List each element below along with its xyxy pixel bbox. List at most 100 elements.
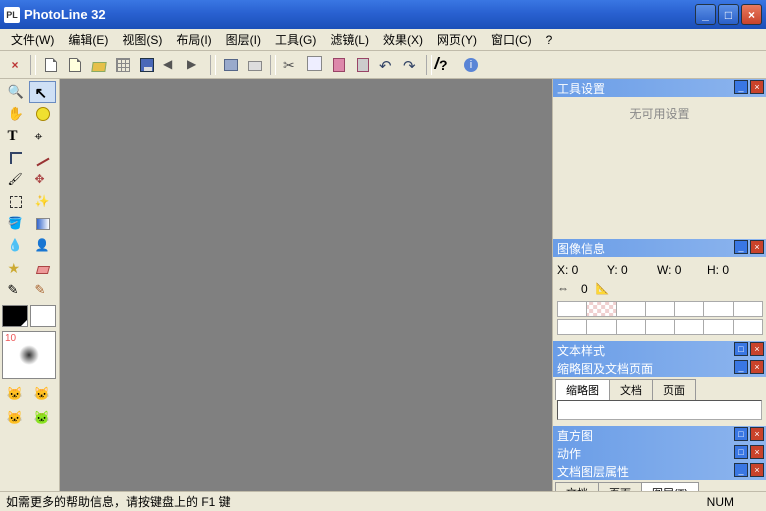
tab-thumbnail[interactable]: 缩略图 <box>555 379 610 400</box>
panel-minimize-button[interactable]: _ <box>734 240 748 254</box>
histogram-titlebar[interactable]: 直方图 □× <box>553 426 766 444</box>
cut-button[interactable]: ✂ <box>280 54 302 76</box>
paste-button[interactable] <box>328 54 350 76</box>
background-swatch[interactable] <box>30 305 56 327</box>
info-button[interactable]: i <box>460 54 482 76</box>
panel-close-button[interactable]: × <box>750 463 764 477</box>
person-tool[interactable] <box>29 235 56 257</box>
brush-preview[interactable]: 10 <box>2 331 56 379</box>
canvas-area[interactable] <box>60 79 552 491</box>
ellipse-tool[interactable] <box>29 103 56 125</box>
text-style-body: 缩略图 文档 页面 <box>553 377 766 420</box>
menu-layer[interactable]: 图层(I) <box>219 29 268 50</box>
clone-tool[interactable] <box>29 169 56 191</box>
panel-restore-button[interactable]: □ <box>734 342 748 356</box>
open-button[interactable] <box>88 54 110 76</box>
wizard-button[interactable] <box>64 54 86 76</box>
undo-button[interactable] <box>376 54 398 76</box>
close-doc-button[interactable]: × <box>4 54 26 76</box>
panel-minimize-button[interactable]: _ <box>734 463 748 477</box>
thumb-titlebar[interactable]: 缩略图及文档页面 _× <box>553 359 766 377</box>
image-info-titlebar[interactable]: 图像信息 _ × <box>553 239 766 257</box>
mask-tool-1[interactable] <box>2 383 27 405</box>
copy-icon <box>309 58 322 71</box>
menu-edit[interactable]: 编辑(E) <box>61 29 115 50</box>
color-swatches[interactable] <box>2 305 57 327</box>
panel-restore-button[interactable]: □ <box>734 445 748 459</box>
close-button[interactable]: × <box>741 4 762 25</box>
star-tool[interactable] <box>2 257 29 279</box>
panel-close-button[interactable]: × <box>750 240 764 254</box>
tab-document[interactable]: 文档 <box>609 379 653 400</box>
scan-button[interactable] <box>220 54 242 76</box>
eyedrop-tool[interactable] <box>2 235 29 257</box>
cut-icon: ✂ <box>283 57 299 73</box>
menu-bar: 文件(W) 编辑(E) 视图(S) 布局(I) 图层(I) 工具(G) 滤镜(L… <box>0 29 766 51</box>
pen-tool[interactable] <box>2 279 29 301</box>
wand-tool[interactable] <box>29 191 56 213</box>
menu-effect[interactable]: 效果(X) <box>376 29 430 50</box>
menu-filter[interactable]: 滤镜(L) <box>323 29 376 50</box>
path-tool[interactable] <box>29 125 56 147</box>
line-tool[interactable] <box>29 147 56 169</box>
new-button[interactable] <box>40 54 62 76</box>
status-bar: 如需更多的帮助信息，请按键盘上的 F1 键 NUM <box>0 491 766 511</box>
next-button[interactable] <box>184 54 206 76</box>
tab-page[interactable]: 页面 <box>652 379 696 400</box>
eyedrop-icon <box>8 238 24 254</box>
panel-restore-button[interactable]: □ <box>734 427 748 441</box>
panel-close-button[interactable]: × <box>750 445 764 459</box>
action-titlebar[interactable]: 动作 □× <box>553 444 766 462</box>
text-style-titlebar[interactable]: 文本样式 □× <box>553 341 766 359</box>
panel-close-button[interactable]: × <box>750 342 764 356</box>
prev-button[interactable] <box>160 54 182 76</box>
menu-window[interactable]: 窗口(C) <box>484 29 539 50</box>
crop-tool[interactable] <box>2 147 29 169</box>
print-button[interactable] <box>244 54 266 76</box>
maximize-button[interactable]: □ <box>718 4 739 25</box>
bucket-tool[interactable] <box>2 213 29 235</box>
menu-layout[interactable]: 布局(I) <box>169 29 218 50</box>
paste-into-button[interactable] <box>352 54 374 76</box>
tool-settings-titlebar[interactable]: 工具设置 _ × <box>553 79 766 97</box>
panel-close-button[interactable]: × <box>750 427 764 441</box>
hand-tool[interactable] <box>2 103 29 125</box>
tool-settings-body: 无可用设置 <box>553 97 766 237</box>
thumbnail-field[interactable] <box>557 400 762 420</box>
save-button[interactable] <box>136 54 158 76</box>
tab-page2[interactable]: 页面 <box>598 482 642 491</box>
redo-button[interactable] <box>400 54 422 76</box>
bucket-icon <box>8 216 24 232</box>
foreground-swatch[interactable] <box>2 305 28 327</box>
arrow-tool[interactable] <box>29 81 56 103</box>
tab-doc[interactable]: 文档 <box>555 482 599 491</box>
menu-tools[interactable]: 工具(G) <box>268 29 323 50</box>
mask-tool-3[interactable] <box>2 407 27 429</box>
mask-tool-2[interactable] <box>29 383 54 405</box>
context-help-button[interactable] <box>436 54 458 76</box>
panel-minimize-button[interactable]: _ <box>734 80 748 94</box>
menu-view[interactable]: 视图(S) <box>115 29 169 50</box>
mask-tool-4[interactable] <box>29 407 54 429</box>
panel-minimize-button[interactable]: _ <box>734 360 748 374</box>
menu-help[interactable]: ? <box>539 31 560 49</box>
brush-tool[interactable] <box>2 169 29 191</box>
text-tool[interactable] <box>2 125 29 147</box>
zoom-tool[interactable] <box>2 81 29 103</box>
menu-web[interactable]: 网页(Y) <box>430 29 484 50</box>
panel-close-button[interactable]: × <box>750 80 764 94</box>
pen2-tool[interactable] <box>29 279 56 301</box>
redo-icon <box>403 57 419 73</box>
select-tool[interactable] <box>2 191 29 213</box>
menu-file[interactable]: 文件(W) <box>4 29 61 50</box>
panel-close-button[interactable]: × <box>750 360 764 374</box>
browser-button[interactable] <box>112 54 134 76</box>
copy-button[interactable] <box>304 54 326 76</box>
gradient-tool[interactable] <box>29 213 56 235</box>
erase-tool[interactable] <box>29 257 56 279</box>
minimize-button[interactable]: _ <box>695 4 716 25</box>
tab-layer[interactable]: 图层(T) <box>641 482 699 491</box>
angle-icon <box>596 281 612 297</box>
layer-attr-titlebar[interactable]: 文档图层属性 _× <box>553 462 766 480</box>
action-title: 动作 <box>557 445 581 462</box>
